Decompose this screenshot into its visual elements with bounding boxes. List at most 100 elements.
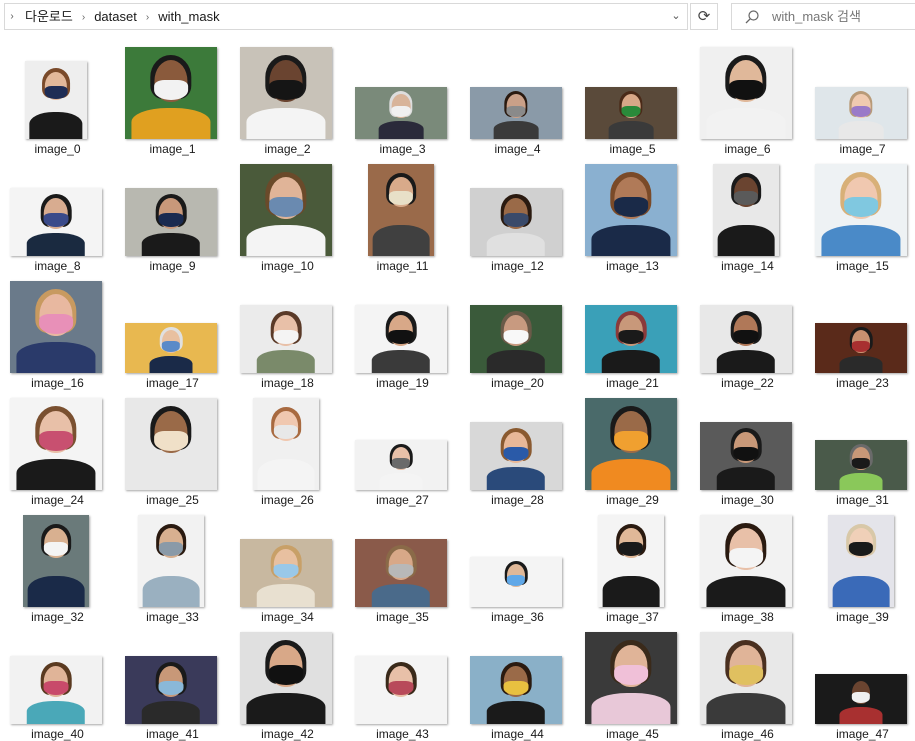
file-thumbnail-image — [125, 656, 217, 724]
file-item[interactable]: image_46 — [690, 619, 805, 741]
file-item[interactable]: image_40 — [0, 619, 115, 741]
file-thumbnail-frame — [125, 632, 217, 724]
breadcrumb-separator-icon[interactable]: › — [146, 5, 149, 30]
file-thumbnail-image — [700, 305, 792, 373]
file-thumbnail-image — [470, 305, 562, 373]
file-item[interactable]: image_21 — [575, 268, 690, 390]
file-thumbnail-image — [355, 305, 447, 373]
file-item[interactable]: image_41 — [115, 619, 230, 741]
search-box[interactable]: with_mask 검색 — [731, 3, 915, 30]
file-thumbnail-frame — [355, 164, 447, 256]
file-item[interactable]: image_0 — [0, 34, 115, 156]
file-thumbnail-image — [815, 674, 907, 724]
file-item[interactable]: image_42 — [230, 619, 345, 741]
file-item[interactable]: image_25 — [115, 385, 230, 507]
file-item[interactable]: image_30 — [690, 385, 805, 507]
portrait-body — [246, 224, 326, 256]
file-item[interactable]: image_7 — [805, 34, 915, 156]
address-bar[interactable]: › 다운로드 › dataset › with_mask ⌄ — [4, 3, 688, 30]
file-thumbnail-frame — [10, 632, 102, 724]
file-thumbnail-image — [585, 87, 677, 139]
file-item[interactable]: image_27 — [345, 385, 460, 507]
file-thumbnail-frame — [815, 47, 907, 139]
portrait-body — [371, 349, 431, 373]
file-item[interactable]: image_11 — [345, 151, 460, 273]
file-item[interactable]: image_6 — [690, 34, 805, 156]
file-thumbnail-image — [470, 188, 562, 256]
file-item[interactable]: image_22 — [690, 268, 805, 390]
file-item[interactable]: image_47 — [805, 619, 915, 741]
portrait-body — [821, 224, 901, 256]
file-item[interactable]: image_37 — [575, 502, 690, 624]
file-thumbnail-frame — [585, 281, 677, 373]
file-item[interactable]: image_4 — [460, 34, 575, 156]
file-item[interactable]: image_14 — [690, 151, 805, 273]
file-thumbnail-frame — [585, 515, 677, 607]
search-placeholder: with_mask 검색 — [772, 9, 861, 24]
file-thumbnail-image — [240, 632, 332, 724]
breadcrumb-root-chevron-icon[interactable]: › — [5, 4, 19, 29]
file-item[interactable]: image_43 — [345, 619, 460, 741]
breadcrumb-item-dataset[interactable]: dataset — [92, 4, 139, 29]
file-item[interactable]: image_29 — [575, 385, 690, 507]
face-mask — [851, 692, 871, 703]
chevron-down-icon[interactable]: ⌄ — [665, 4, 687, 29]
file-name-label: image_47 — [836, 727, 889, 741]
file-item[interactable]: image_28 — [460, 385, 575, 507]
file-thumbnail-frame — [240, 47, 332, 139]
portrait-body — [716, 349, 776, 373]
refresh-button[interactable]: ⟳ — [690, 3, 718, 30]
breadcrumb-separator-icon[interactable]: › — [82, 5, 85, 30]
file-item[interactable]: image_3 — [345, 34, 460, 156]
file-thumbnail-image — [700, 632, 792, 724]
file-item[interactable]: image_1 — [115, 34, 230, 156]
file-item[interactable]: image_5 — [575, 34, 690, 156]
file-thumbnail-frame — [470, 164, 562, 256]
file-item[interactable]: image_18 — [230, 268, 345, 390]
file-item[interactable]: image_17 — [115, 268, 230, 390]
file-item[interactable]: image_45 — [575, 619, 690, 741]
file-item[interactable]: image_23 — [805, 268, 915, 390]
file-name-label: image_42 — [261, 727, 314, 741]
file-thumbnail-image — [10, 188, 102, 256]
file-item[interactable]: image_15 — [805, 151, 915, 273]
breadcrumb-item-downloads[interactable]: 다운로드 — [23, 4, 75, 29]
file-item[interactable]: image_26 — [230, 385, 345, 507]
file-thumbnail-image — [125, 188, 217, 256]
file-item[interactable]: image_32 — [0, 502, 115, 624]
file-item[interactable]: image_38 — [690, 502, 805, 624]
file-item[interactable]: image_31 — [805, 385, 915, 507]
file-item[interactable]: image_9 — [115, 151, 230, 273]
refresh-icon: ⟳ — [697, 8, 711, 25]
file-thumbnail-frame — [10, 515, 102, 607]
file-item[interactable]: image_33 — [115, 502, 230, 624]
file-item[interactable]: image_2 — [230, 34, 345, 156]
file-thumbnail-frame — [700, 515, 792, 607]
file-item[interactable]: image_8 — [0, 151, 115, 273]
breadcrumb-item-with-mask[interactable]: with_mask — [156, 4, 221, 29]
file-item[interactable]: image_10 — [230, 151, 345, 273]
file-item[interactable]: image_19 — [345, 268, 460, 390]
file-thumbnail-image — [125, 323, 217, 373]
file-thumbnail-frame — [585, 47, 677, 139]
file-item[interactable]: image_13 — [575, 151, 690, 273]
file-item[interactable]: image_16 — [0, 268, 115, 390]
file-name-label: image_41 — [146, 727, 199, 741]
portrait-body — [838, 121, 884, 139]
portrait-body — [486, 466, 546, 490]
file-item[interactable]: image_36 — [460, 502, 575, 624]
file-thumbnail-frame — [470, 515, 562, 607]
portrait-body — [257, 458, 315, 490]
face-mask — [506, 105, 526, 117]
file-item[interactable]: image_35 — [345, 502, 460, 624]
file-item[interactable]: image_12 — [460, 151, 575, 273]
file-item[interactable]: image_34 — [230, 502, 345, 624]
file-item[interactable]: image_24 — [0, 385, 115, 507]
file-item[interactable]: image_44 — [460, 619, 575, 741]
file-thumbnail-frame — [700, 632, 792, 724]
breadcrumb: 다운로드 › dataset › with_mask — [23, 4, 222, 29]
file-thumbnail-frame — [470, 281, 562, 373]
file-item[interactable]: image_20 — [460, 268, 575, 390]
file-thumbnail-frame — [700, 398, 792, 490]
file-item[interactable]: image_39 — [805, 502, 915, 624]
